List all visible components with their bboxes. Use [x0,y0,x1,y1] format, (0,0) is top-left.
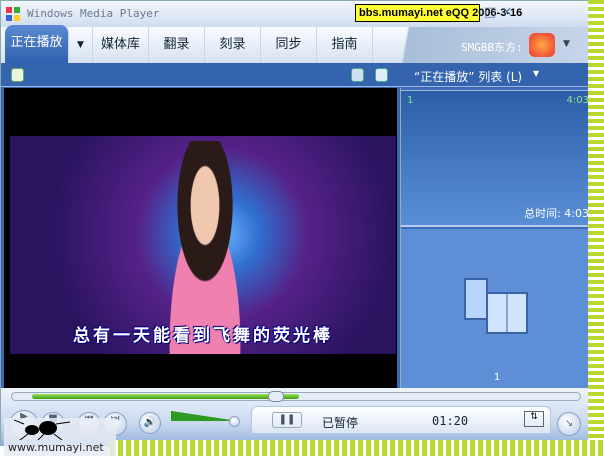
tab-guide[interactable]: 指南 [317,27,373,63]
video-subtitle: 总有一天能看到飞舞的荧光棒 [73,326,333,346]
playlist-panel: 1 4:03 总时间: 4:03 1 [400,88,591,388]
status-text: 已暂停 [322,416,359,430]
playlist-item-duration: 4:03 [566,95,589,106]
total-time: 总时间: 4:03 [524,207,589,220]
watermark: www.mumayi.net [4,418,116,456]
tab-rip[interactable]: 翻录 [149,27,205,63]
media-player-window: Windows Media Player bbs.mumayi.net eQQ … [0,0,592,446]
mini-mode-button[interactable]: ↘ [557,412,581,436]
watermark-text: www.mumayi.net [8,441,104,454]
torn-edge-bottom [110,440,604,456]
album-art-area: 1 [401,229,591,388]
toggle-playlist-icon[interactable] [375,68,388,82]
film-strip-icon [464,278,528,334]
ant-logo-icon [14,419,71,440]
elapsed-time: 01:20 [432,414,469,428]
pause-button[interactable]: ❚❚ [272,412,302,428]
seek-progress [32,394,299,399]
tab-burn[interactable]: 刻录 [205,27,261,63]
maximize-button[interactable]: □ [483,6,497,20]
tab-library[interactable]: 媒体库 [93,27,149,63]
mute-button[interactable]: 🔊 [139,412,161,434]
tab-sync[interactable]: 同步 [261,27,317,63]
close-button[interactable]: ✕ [500,6,514,20]
seek-bar[interactable] [11,391,581,402]
windows-logo-icon [6,7,20,21]
window-title: Windows Media Player [27,7,160,20]
volume-slider[interactable] [171,411,237,421]
online-store-icon[interactable] [529,33,555,57]
now-playing-dropdown[interactable]: ▼ [69,27,93,63]
seek-thumb[interactable] [267,391,284,402]
title-bar: Windows Media Player bbs.mumayi.net eQQ … [1,1,591,27]
video-area[interactable]: 总有一天能看到飞舞的荧光棒 [4,88,397,388]
menu-toggle-icon[interactable] [11,68,24,82]
playlist-title[interactable]: “正在播放” 列表 (L) [414,68,522,85]
volume-thumb[interactable] [229,416,240,427]
banner-text: bbs.mumayi.net eQQ 2006-3-16 [355,4,522,22]
playlist: 1 4:03 总时间: 4:03 [401,90,591,227]
skin-label: SMGBB东方: [461,41,523,54]
torn-edge-decoration [588,0,604,456]
video-frame: 总有一天能看到飞舞的荧光棒 [10,136,396,354]
shuffle-icon[interactable]: ⇅ [524,411,544,427]
toolbar: “正在播放” 列表 (L) ▼ [1,63,591,87]
tab-now-playing[interactable]: 正在播放 [5,25,69,63]
tab-bar: 正在播放 ▼ 媒体库 翻录 刻录 同步 指南 SMGBB东方: ▼ [1,25,591,63]
art-count: 1 [493,372,501,383]
store-dropdown[interactable]: ▼ [563,39,570,49]
playlist-dropdown[interactable]: ▼ [533,69,539,78]
status-panel: ❚❚ 已暂停 01:20 ⇅ [251,406,551,434]
fullscreen-icon[interactable] [351,68,364,82]
playlist-item-index: 1 [407,95,414,106]
